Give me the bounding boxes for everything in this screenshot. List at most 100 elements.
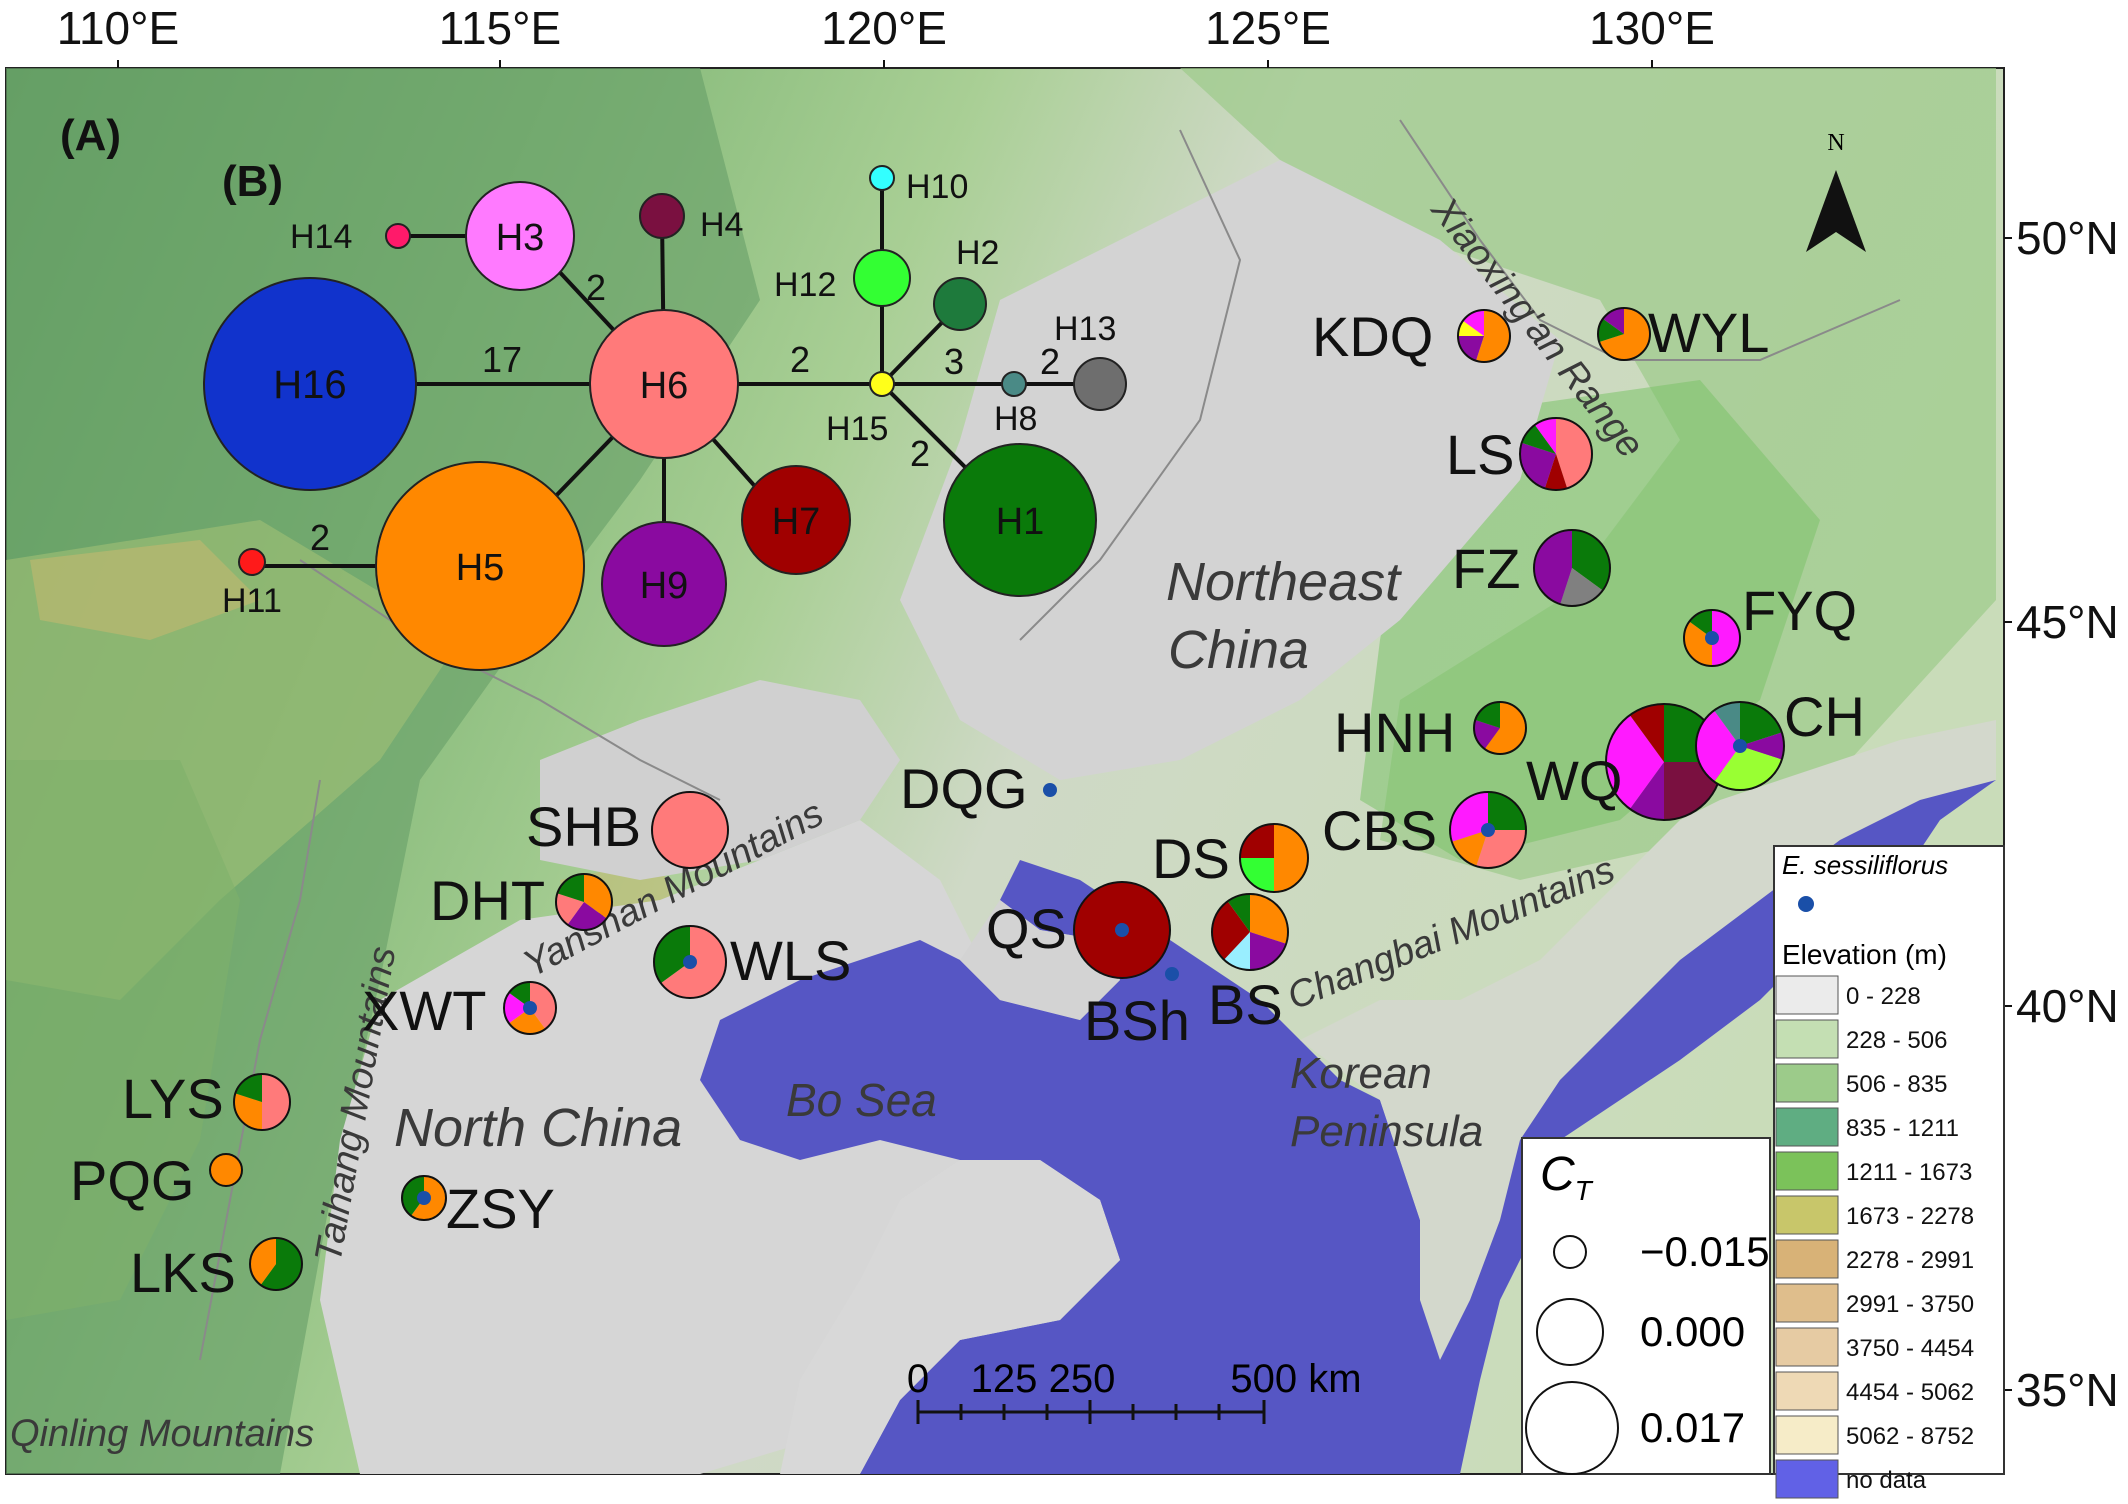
elevation-swatch (1775, 1327, 1839, 1367)
node-label-h6: H6 (640, 365, 689, 407)
pop-label-bsh: BSh (1084, 989, 1190, 1052)
pop-label-wyl: WYL (1648, 301, 1769, 364)
edge-label-h16-h6: 17 (482, 339, 522, 380)
elevation-label: no data (1846, 1467, 1927, 1494)
pie-ds (1239, 823, 1309, 893)
ct-legend-circle-mid (1536, 1298, 1604, 1366)
elevation-label: 2991 - 3750 (1846, 1291, 1974, 1318)
lon-tick-130: 130°E (1589, 2, 1715, 54)
pie-lys (233, 1073, 291, 1131)
node-label-h5: H5 (456, 547, 505, 589)
scale-label-0: 0 (907, 1357, 929, 1401)
ct-legend-value-0: −0.015 (1640, 1228, 1770, 1275)
panel-label-a: (A) (60, 111, 121, 160)
region-china: China (1168, 620, 1309, 680)
elevation-swatch (1775, 1239, 1839, 1279)
node-h12 (853, 249, 911, 307)
node-label-h12: H12 (774, 266, 836, 304)
edge-label-h15-h8: 3 (944, 341, 964, 382)
pop-label-pqg: PQG (70, 1149, 194, 1212)
elevation-swatch (1775, 1195, 1839, 1235)
elevation-title: Elevation (m) (1782, 939, 1947, 970)
region-korean: Korean (1290, 1049, 1432, 1098)
pop-label-fz: FZ (1452, 537, 1520, 600)
pop-label-bs: BS (1208, 973, 1283, 1036)
pop-label-lks: LKS (130, 1241, 236, 1304)
lat-tick-45: 45°N (2016, 596, 2119, 648)
region-northeast: Northeast (1166, 552, 1402, 612)
pie-fyq (1683, 609, 1741, 667)
node-h11 (238, 548, 266, 576)
elevation-swatch (1775, 1107, 1839, 1147)
node-label-h14: H14 (290, 218, 352, 256)
pop-label-ds: DS (1152, 827, 1230, 890)
pop-label-wq: WQ (1526, 749, 1622, 812)
pop-label-xwt: XWT (362, 979, 486, 1042)
elevation-label: 0 - 228 (1846, 983, 1921, 1010)
lon-tick-125: 125°E (1205, 2, 1331, 54)
elevation-swatch (1775, 1063, 1839, 1103)
node-label-h13: H13 (1054, 310, 1116, 348)
scale-label-500: 500 km (1230, 1357, 1361, 1401)
region-peninsula: Peninsula (1290, 1107, 1483, 1156)
lat-tick-35: 35°N (2016, 1364, 2119, 1416)
edge-label-h15-h1: 2 (910, 433, 930, 474)
pie-cbs (1449, 791, 1527, 869)
elevation-label: 5062 - 8752 (1846, 1423, 1974, 1450)
node-label-h15: H15 (826, 410, 888, 448)
node-h4 (639, 193, 685, 239)
pie-shb (651, 791, 729, 869)
node-h10 (869, 165, 895, 191)
ct-legend: CT −0.015 0.000 0.017 (1521, 1137, 1771, 1475)
pie-ls (1519, 417, 1593, 491)
edge-label-h6-h15: 2 (790, 339, 810, 380)
node-label-h11: H11 (222, 582, 282, 620)
node-label-h9: H9 (640, 565, 689, 607)
pop-label-qs: QS (986, 897, 1067, 960)
pie-ch (1695, 701, 1785, 791)
pie-qs (1073, 881, 1171, 979)
lon-tick-115: 115°E (439, 2, 561, 54)
elevation-swatch (1775, 1151, 1839, 1191)
panel-label-b: (B) (222, 157, 283, 206)
node-h13 (1073, 357, 1127, 411)
edge-label-h11-h5: 2 (310, 517, 330, 558)
elevation-legend: E. sessiliflorus Elevation (m) 0 - 228 22… (1773, 845, 2005, 1499)
pop-label-hnh: HNH (1334, 701, 1455, 764)
lat-tick-50: 50°N (2016, 212, 2119, 264)
lon-tick-120: 120°E (821, 2, 947, 54)
node-label-h1: H1 (996, 501, 1045, 543)
lon-tick-labels: 110°E 115°E 120°E 125°E 130°E (57, 2, 1715, 54)
node-label-h4: H4 (700, 206, 743, 244)
presence-dot-dqg (1043, 783, 1057, 797)
pie-bs (1211, 893, 1289, 971)
lat-tick-40: 40°N (2016, 980, 2119, 1032)
ct-legend-circle-small (1553, 1235, 1587, 1269)
node-label-h2: H2 (956, 234, 999, 272)
north-label: N (1827, 130, 1844, 156)
node-h2 (933, 277, 987, 331)
ct-legend-value-1: 0.000 (1640, 1308, 1745, 1355)
elevation-swatch (1775, 1283, 1839, 1323)
ct-legend-value-2: 0.017 (1640, 1404, 1745, 1451)
ct-legend-circle-large (1525, 1381, 1619, 1475)
pop-label-dht: DHT (430, 869, 545, 932)
elevation-label: 506 - 835 (1846, 1071, 1947, 1098)
pie-dht (555, 873, 613, 931)
elevation-label: 1211 - 1673 (1846, 1159, 1972, 1186)
pop-label-zsy: ZSY (446, 1177, 555, 1240)
pie-fz (1533, 529, 1611, 607)
pop-label-ls: LS (1446, 423, 1515, 486)
presence-dot (1705, 631, 1719, 645)
pie-wls (653, 925, 727, 999)
pop-label-shb: SHB (526, 795, 641, 858)
pie-lks (249, 1237, 303, 1291)
pie-hnh (1473, 701, 1527, 755)
elevation-label: 3750 - 4454 (1846, 1335, 1974, 1362)
elevation-label: 835 - 1211 (1846, 1115, 1959, 1142)
lon-tick-110: 110°E (57, 2, 179, 54)
node-h8 (1001, 371, 1027, 397)
pop-label-dqg: DQG (900, 757, 1028, 820)
region-north-china: North China (394, 1098, 682, 1158)
node-h14 (385, 223, 411, 249)
